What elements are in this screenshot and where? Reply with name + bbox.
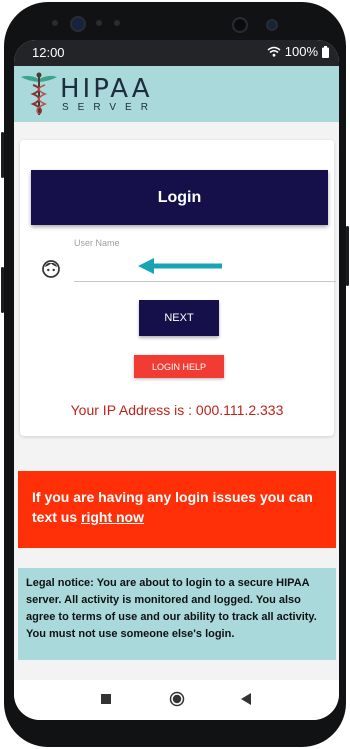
legal-notice: Legal notice: You are about to login to … <box>18 568 336 660</box>
next-button[interactable]: NEXT <box>139 300 219 336</box>
front-camera <box>70 16 86 32</box>
phone-side-button <box>1 132 4 178</box>
caduceus-icon <box>21 72 57 115</box>
phone-frame: 12:00 100% HIPAA SERVER Login User Name … <box>1 2 349 747</box>
recents-icon[interactable] <box>100 693 112 705</box>
home-icon[interactable] <box>169 691 185 707</box>
user-face-icon <box>42 260 60 278</box>
login-title-banner: Login <box>31 170 328 225</box>
status-icons: 100% <box>267 44 329 59</box>
logo-title: HIPAA <box>60 74 153 104</box>
username-label: User Name <box>74 238 120 248</box>
right-now-link[interactable]: right now <box>81 509 144 525</box>
wifi-icon <box>267 46 281 57</box>
phone-side-button <box>1 267 4 313</box>
sensor-dot <box>96 20 102 26</box>
sensor-dot <box>52 20 58 26</box>
ip-address-text: Your IP Address is : 000.111.2.333 <box>70 402 284 418</box>
android-nav-bar <box>14 680 339 720</box>
front-camera <box>232 17 248 33</box>
arrow-left-icon <box>138 258 222 274</box>
sensor-dot <box>114 20 120 26</box>
logo: HIPAA SERVER <box>60 76 157 114</box>
alert-text: If you are having any login issues you c… <box>32 489 313 525</box>
status-bar: 12:00 100% <box>14 40 339 66</box>
phone-side-button <box>346 226 349 286</box>
app-header: HIPAA SERVER <box>14 66 339 122</box>
login-card: Login User Name NEXT LOGIN HELP Your IP … <box>20 140 336 436</box>
login-issues-alert: If you are having any login issues you c… <box>18 471 336 548</box>
battery-icon <box>322 45 329 58</box>
battery-percent: 100% <box>284 44 318 59</box>
status-time: 12:00 <box>32 45 65 60</box>
front-camera <box>266 19 278 31</box>
logo-subtitle: SERVER <box>62 102 157 113</box>
login-help-button[interactable]: LOGIN HELP <box>134 355 224 378</box>
phone-screen: 12:00 100% HIPAA SERVER Login User Name … <box>14 40 339 720</box>
back-icon[interactable] <box>240 693 252 705</box>
